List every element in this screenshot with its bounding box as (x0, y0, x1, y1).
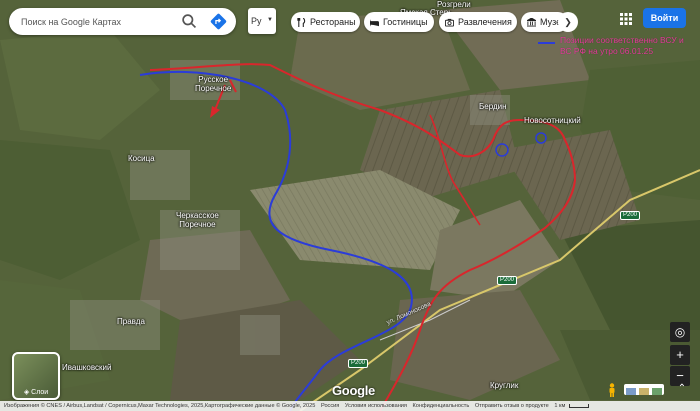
museum-icon (527, 17, 536, 27)
restaurant-icon (297, 17, 306, 27)
road-badge: P200 (620, 211, 641, 220)
imagery-thumbnails[interactable] (624, 384, 664, 395)
chip-label: Развлечения (458, 17, 512, 27)
search-input[interactable] (21, 8, 171, 35)
chip-entertainment[interactable]: Развлечения (439, 12, 517, 32)
layers-label: Слои (31, 389, 49, 396)
chevron-down-icon: ▼ (267, 17, 273, 23)
privacy-link[interactable]: Конфиденциальность (413, 403, 470, 409)
expand-icon[interactable]: ⌃ (676, 383, 688, 395)
layers-button[interactable]: ◈ Слои (12, 352, 60, 400)
layers-icon: ◈ (23, 389, 30, 396)
camera-icon (445, 18, 454, 27)
search-box[interactable] (9, 8, 236, 35)
chip-restaurants[interactable]: Рестораны (291, 12, 360, 32)
place-label[interactable]: Русское Поречное (195, 75, 231, 93)
place-label[interactable]: Косица (128, 154, 155, 163)
chevron-right-icon[interactable]: ❯ (558, 12, 578, 32)
scale-bar (569, 403, 590, 408)
my-location-icon[interactable]: ◎ (670, 322, 690, 342)
feedback-link[interactable]: Отправить отзыв о продукте (475, 403, 549, 409)
sign-in-button[interactable]: Войти (643, 8, 686, 28)
place-label[interactable]: Бердин (479, 102, 507, 111)
place-label[interactable]: Черкасское Поречное (176, 211, 219, 229)
search-icon[interactable] (181, 13, 198, 30)
country-link[interactable]: Россия (321, 403, 339, 409)
imagery-attribution: Изображения © CNES / Airbus,Landsat / Co… (4, 403, 316, 409)
place-label[interactable]: Правда (117, 317, 145, 326)
legend-line-swatch (538, 42, 555, 44)
chip-label: Гостиницы (383, 17, 428, 27)
scale-label[interactable]: 1 км (554, 403, 565, 409)
language-value: Ру (251, 16, 262, 26)
place-label[interactable]: Ивашковский (62, 363, 111, 372)
road-badge: P200 (497, 276, 518, 285)
chip-label: Рестораны (310, 17, 356, 27)
place-label[interactable]: Новосотницкий (524, 116, 581, 125)
language-select[interactable]: Ру ▼ (248, 8, 276, 34)
chip-hotels[interactable]: Гостиницы (364, 12, 434, 32)
pegman-icon[interactable] (608, 383, 616, 397)
apps-grid-icon[interactable] (619, 12, 633, 26)
zoom-in-button[interactable]: + (670, 345, 690, 365)
legend-text: Позиции соответственно ВСУ и ВС РФ на ут… (560, 35, 684, 56)
google-logo: Google (332, 383, 375, 398)
directions-icon[interactable] (210, 13, 227, 30)
road-badge: P200 (348, 359, 369, 368)
satellite-map[interactable]: Русское Поречное Косица Черкасское Пореч… (0, 0, 700, 411)
attribution-footer: Изображения © CNES / Airbus,Landsat / Co… (0, 401, 700, 411)
image-thumbnail-icon (626, 388, 662, 395)
terms-link[interactable]: Условия использования (345, 403, 407, 409)
hotel-icon (370, 19, 379, 26)
map-imagery (0, 0, 700, 411)
place-label[interactable]: Круглик (490, 381, 518, 390)
